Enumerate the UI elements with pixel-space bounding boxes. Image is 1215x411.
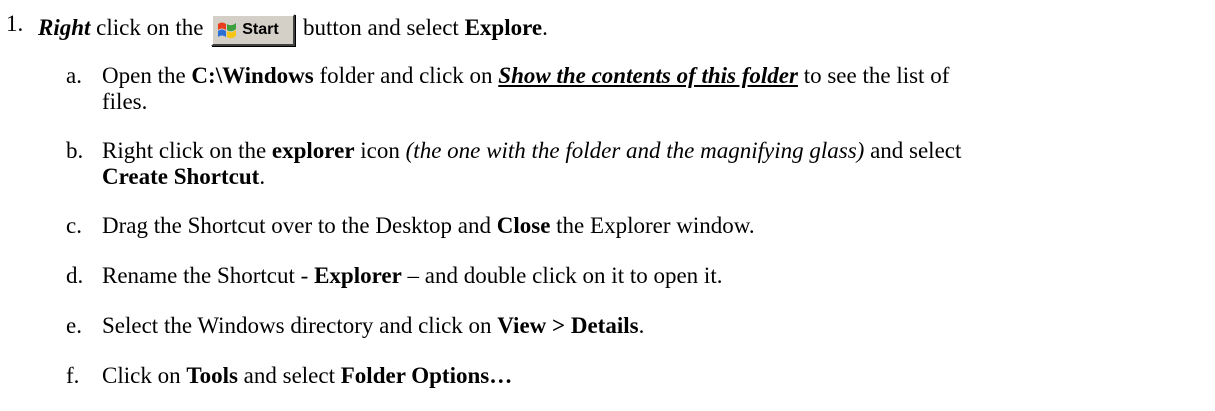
item-c-text: Drag the Shortcut over to the Desktop an… [102, 213, 755, 238]
step-number: 1. [6, 11, 24, 36]
item-a-letter: a. [66, 63, 82, 88]
create-shortcut-label: Create Shortcut [102, 164, 260, 189]
windows-path: C:\Windows [191, 63, 314, 88]
item-e-text: Select the Windows directory and click o… [102, 313, 645, 338]
item-b-letter: b. [66, 138, 84, 163]
step-1: 1. [6, 10, 23, 38]
show-contents-link: Show the contents of this folder [498, 63, 798, 88]
icon-description: (the one with the folder and the magnify… [405, 138, 865, 163]
item-e-letter: e. [66, 313, 82, 338]
explorer-label: explorer [271, 138, 355, 163]
item-f-letter: f. [66, 363, 80, 388]
item-f-text: Click on Tools and select Folder Options… [102, 363, 513, 388]
item-b-text: Right click on the explorer icon (the on… [102, 138, 962, 163]
item-c-letter: c. [66, 213, 82, 238]
tools-label: Tools [186, 363, 238, 388]
item-d-text: Rename the Shortcut - Explorer – and dou… [102, 263, 723, 288]
step-1-text: Right click on the Start button and sele… [38, 10, 548, 46]
instruction-document: 1. Right click on the Start button and s… [0, 0, 1215, 411]
item-b-text-line2: Create Shortcut. [102, 164, 266, 189]
start-button: Start [211, 14, 296, 46]
item-d-letter: d. [66, 263, 84, 288]
close-label: Close [496, 213, 551, 238]
start-label: Start [242, 21, 279, 38]
item-a-text: Open the C:\Windows folder and click on … [102, 63, 950, 88]
windows-flag-icon [218, 22, 237, 39]
view-details-label: View > Details [497, 313, 639, 338]
right-emphasis: Right [38, 15, 91, 40]
explorer-name: Explorer [314, 263, 402, 288]
folder-options-label: Folder Options… [340, 363, 513, 388]
item-a-text-line2: files. [102, 89, 148, 114]
explore-label: Explore [464, 15, 543, 40]
